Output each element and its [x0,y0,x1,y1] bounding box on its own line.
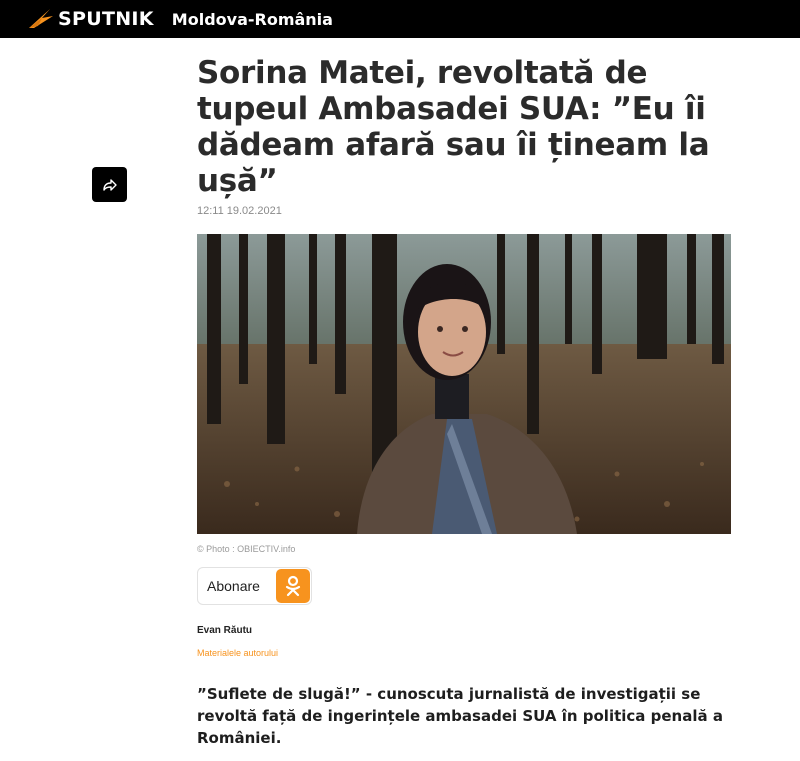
subscribe-label: Abonare [207,578,260,594]
share-button[interactable] [92,167,127,202]
sputnik-logo-icon [29,9,53,28]
site-header: SPUTNIK Moldova-România [0,0,800,38]
author-materials-link[interactable]: Materialele autorului [197,648,278,658]
edition-name[interactable]: Moldova-România [172,10,333,29]
article-timestamp: 12:11 19.02.2021 [197,205,282,217]
site-logo[interactable]: SPUTNIK [26,0,154,38]
author-name[interactable]: Evan Răutu [197,625,252,636]
brand-name: SPUTNIK [58,8,154,30]
share-arrow-icon [102,178,117,191]
odnoklassniki-icon [276,569,310,603]
subscribe-button[interactable]: Abonare [197,567,312,605]
article-lead: ”Suflete de slugă!” - cunoscuta jurnalis… [197,685,723,747]
article-title: Sorina Matei, revoltată de tupeul Ambasa… [197,55,710,199]
image-caption: © Photo : OBIECTIV.info [197,544,296,554]
article-hero-image [197,234,731,534]
